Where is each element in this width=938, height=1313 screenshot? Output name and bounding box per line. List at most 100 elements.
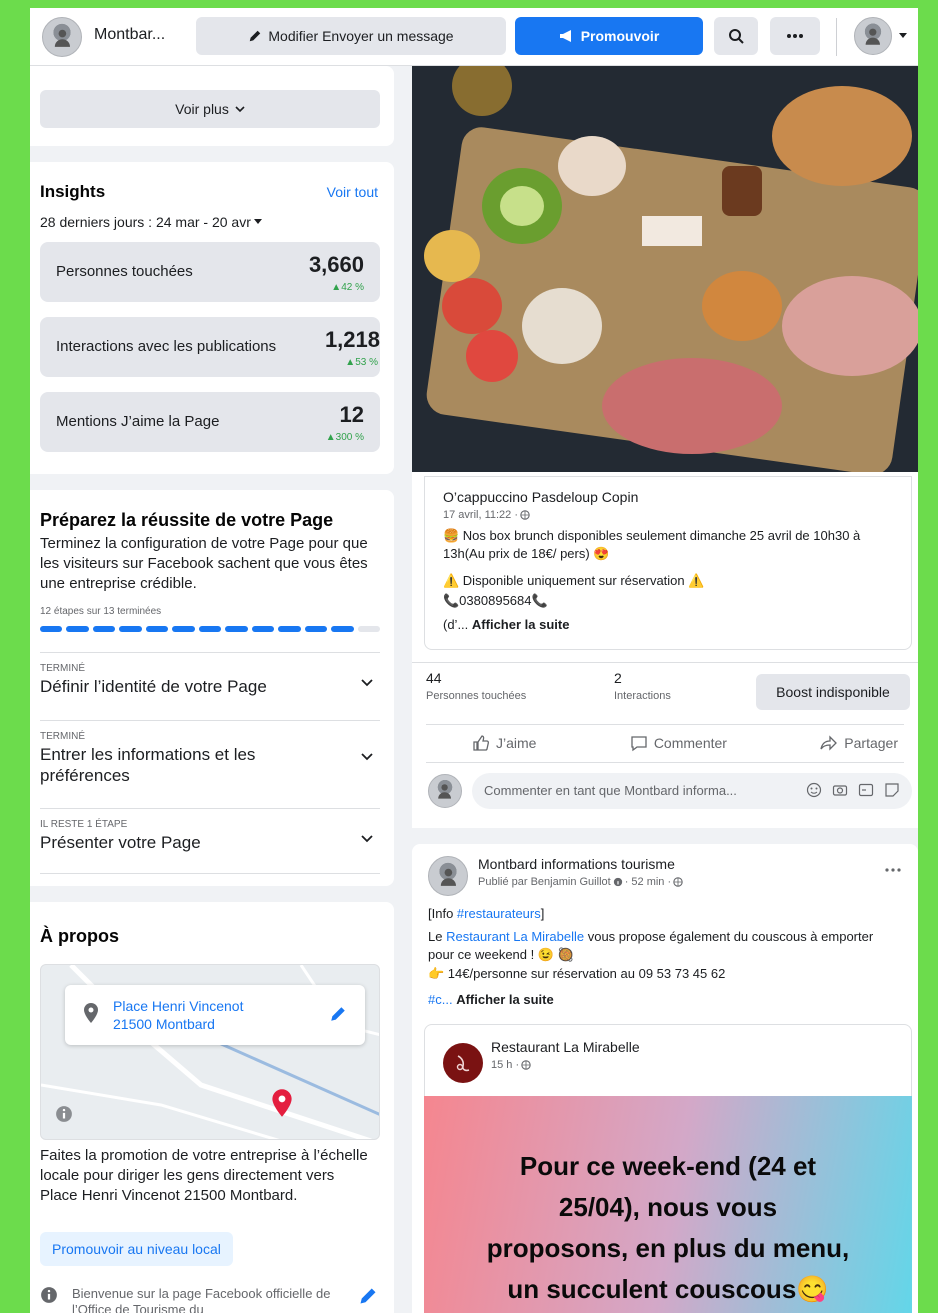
location-pin-icon: [84, 1003, 98, 1023]
setup-title: Préparez la réussite de votre Page: [40, 510, 334, 530]
edit-pencil-icon[interactable]: [358, 1286, 378, 1306]
setup-step-identity[interactable]: TERMINÉ Définir l’identité de votre Page: [40, 652, 380, 720]
address-line1[interactable]: Place Henri Vincenot: [113, 997, 243, 1015]
search-icon: [729, 29, 744, 44]
like-button[interactable]: J’aime: [472, 734, 536, 752]
photo-food-items: [424, 66, 918, 454]
globe-icon: [520, 510, 530, 520]
feed-post-brunch: O’cappuccino Pasdeloup Copin 17 avril, 1…: [412, 66, 918, 828]
post-author[interactable]: O’cappuccino Pasdeloup Copin: [443, 489, 638, 505]
progress-segment: [198, 626, 222, 632]
gif-icon[interactable]: [858, 782, 874, 798]
interactions-value: 2: [614, 670, 622, 686]
progress-segment: [278, 626, 301, 632]
restaurant-logo-avatar[interactable]: [443, 1043, 483, 1083]
page-setup-card: Préparez la réussite de votre Page Termi…: [30, 490, 394, 886]
stat-post-interactions[interactable]: Interactions avec les publications 1,218…: [40, 317, 380, 377]
promote-locally-button[interactable]: Promouvoir au niveau local: [40, 1232, 233, 1266]
share-arrow-icon: [820, 735, 838, 751]
setup-step-present[interactable]: IL RESTE 1 ÉTAPE Présenter votre Page: [40, 808, 380, 874]
boost-unavailable-button[interactable]: Boost indisponible: [756, 674, 910, 710]
shared-author[interactable]: Restaurant La Mirabelle: [491, 1039, 640, 1055]
like-label: J’aime: [496, 735, 537, 751]
stat-delta: ▲42 %: [331, 282, 364, 293]
sticker-icon[interactable]: [884, 782, 900, 798]
step-label: Définir l’identité de votre Page: [40, 677, 267, 696]
progress-segment: [331, 626, 354, 632]
setup-step-info[interactable]: TERMINÉ Entrer les informations et les p…: [40, 720, 380, 808]
post-text: Le Restaurant La Mirabelle vous propose …: [428, 928, 902, 964]
edit-send-message-button[interactable]: Modifier Envoyer un message: [196, 17, 506, 55]
shared-post-header: Restaurant La Mirabelle 15 h ·: [424, 1024, 912, 1096]
progress-segment: [145, 626, 169, 632]
shared-post-banner[interactable]: Pour ce week-end (24 et 25/04), nous vou…: [424, 1096, 912, 1313]
account-avatar[interactable]: [854, 17, 892, 55]
comment-tools: [806, 782, 900, 798]
topbar-divider: [836, 18, 837, 56]
insights-title: Insights: [40, 182, 106, 201]
caret-down-icon[interactable]: [898, 32, 908, 40]
ellipsis-icon[interactable]: [884, 868, 902, 872]
step-status: IL RESTE 1 ÉTAPE: [40, 819, 128, 830]
edit-pencil-icon[interactable]: [329, 1005, 347, 1023]
reach-label: Personnes touchées: [426, 690, 527, 702]
emoji-icon[interactable]: [806, 782, 822, 798]
stat-label: Interactions avec les publications: [56, 338, 277, 355]
see-more-card: Voir plus: [30, 66, 394, 146]
address-card[interactable]: Place Henri Vincenot 21500 Montbard: [65, 985, 365, 1045]
stat-value: 1,218: [324, 327, 380, 352]
info-icon[interactable]: [55, 1105, 73, 1123]
reach-value: 44: [426, 670, 442, 686]
banner-text: Pour ce week-end (24 et 25/04), nous vou…: [424, 1146, 912, 1310]
pencil-icon: [250, 30, 261, 42]
info-icon: [41, 1287, 57, 1303]
see-more-link[interactable]: Afficher la suite: [472, 617, 570, 632]
comment-input[interactable]: Commenter en tant que Montbard informa..…: [472, 773, 912, 809]
progress-segment: [304, 626, 328, 632]
post-caption-box: O’cappuccino Pasdeloup Copin 17 avril, 1…: [424, 476, 912, 650]
comment-placeholder: Commenter en tant que Montbard informa..…: [484, 783, 737, 798]
stat-page-likes[interactable]: Mentions J’aime la Page 12 ▲300 %: [40, 392, 380, 452]
see-all-link[interactable]: Voir tout: [327, 184, 378, 200]
interactions-label: Interactions: [614, 690, 671, 702]
megaphone-icon: [559, 30, 571, 42]
see-more-link[interactable]: Afficher la suite: [456, 992, 554, 1007]
text-prefix: Le: [428, 929, 447, 944]
stat-people-reached[interactable]: Personnes touchées 3,660 ▲42 %: [40, 242, 380, 302]
post-text-prefix: (d’...: [443, 617, 472, 632]
address-line2[interactable]: 21500 Montbard: [113, 1015, 215, 1033]
stat-label: Personnes touchées: [56, 263, 193, 280]
commenter-avatar: [428, 774, 462, 808]
post-photo-brunch-board[interactable]: [412, 66, 918, 472]
post-meta: Publié par Benjamin Guillot · 52 min ·: [478, 876, 683, 888]
camera-icon[interactable]: [832, 782, 848, 798]
search-button[interactable]: [714, 17, 758, 55]
restaurant-link[interactable]: Restaurant La Mirabelle: [446, 929, 584, 944]
hashtag-link[interactable]: #restaurateurs: [457, 906, 541, 921]
location-map[interactable]: Place Henri Vincenot 21500 Montbard: [40, 964, 380, 1140]
more-options-button[interactable]: [770, 17, 820, 55]
hashtag-prefix[interactable]: #c...: [428, 992, 456, 1007]
setup-progress-bar: [40, 626, 380, 632]
divider: [426, 724, 904, 725]
comment-button[interactable]: Commenter: [630, 734, 727, 752]
post-date[interactable]: 17 avril, 11:22 ·: [443, 509, 518, 521]
promote-button[interactable]: Promouvoir: [515, 17, 703, 55]
shared-time[interactable]: 15 h ·: [491, 1059, 519, 1071]
page-avatar[interactable]: [42, 17, 82, 57]
page-name[interactable]: Montbar...: [94, 26, 165, 44]
post-time[interactable]: · 52 min ·: [625, 876, 671, 888]
period-selector[interactable]: 28 derniers jours : 24 mar - 20 avr: [40, 214, 262, 230]
post-author[interactable]: Montbard informations tourisme: [478, 856, 675, 872]
post-author-avatar[interactable]: [428, 856, 468, 896]
chevron-down-icon: [361, 835, 373, 843]
tag-suffix: ]: [540, 906, 545, 921]
see-more-button[interactable]: Voir plus: [40, 90, 380, 128]
divider: [426, 762, 904, 763]
published-by[interactable]: Publié par Benjamin Guillot: [478, 876, 611, 888]
setup-progress-text: 12 étapes sur 13 terminées: [40, 606, 162, 617]
stat-delta: ▲300 %: [325, 432, 364, 443]
share-button[interactable]: Partager: [820, 734, 898, 752]
edit-send-label: Modifier Envoyer un message: [268, 28, 454, 44]
progress-segment: [66, 626, 89, 632]
